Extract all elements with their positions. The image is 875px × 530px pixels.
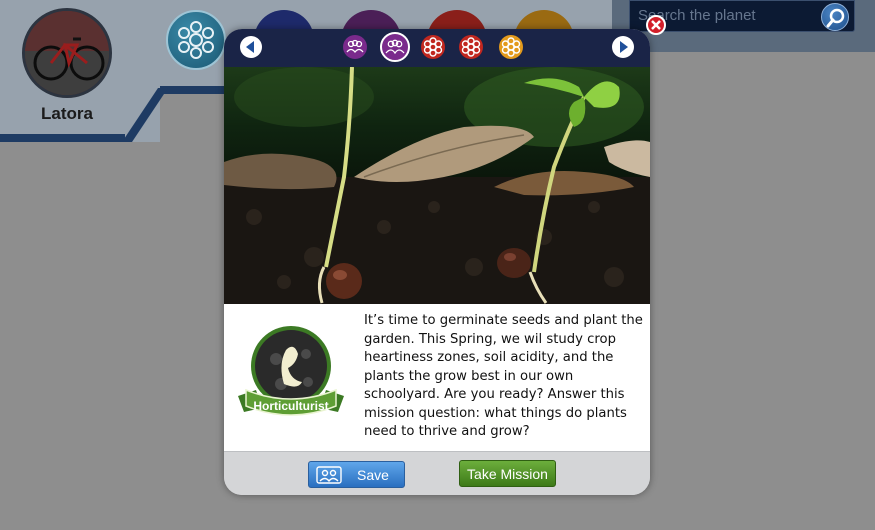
modal-footer: Save Take Mission [224,451,650,495]
mission-description: It’s time to germinate seeds and plant t… [364,313,643,439]
prev-button[interactable] [240,36,262,58]
flower-icon [423,37,443,57]
bicycle-icon [25,11,109,95]
nav-icon-group-active[interactable] [380,32,410,62]
avatar[interactable] [22,8,112,98]
category-icon-eye[interactable] [166,10,226,70]
arrow-right-icon [620,41,628,53]
profile-divider [0,134,125,142]
search-button[interactable] [821,3,849,31]
modal-nav-bar [224,29,650,67]
badge-label: Horticulturist [253,399,328,413]
horticulturist-badge: Horticulturist [238,326,344,416]
nav-icon-flower-3[interactable] [499,35,523,59]
next-button[interactable] [612,36,634,58]
mission-content: Horticulturist It’s time to germinate se… [224,304,650,451]
mission-photo [224,67,650,304]
save-button[interactable]: Save [308,461,405,488]
eye-flower-icon [178,21,214,59]
take-mission-label: Take Mission [467,466,548,482]
close-icon [651,20,661,30]
seedlings-image [224,67,650,304]
nav-icon-flower-2[interactable] [459,35,483,59]
search-icon [826,8,845,28]
save-group-icon [316,466,342,484]
group-icon [385,39,405,55]
flower-icon [501,37,521,57]
group-icon [346,39,364,54]
nav-icon-group[interactable] [343,35,367,59]
arrow-left-icon [246,41,254,53]
flower-icon [461,37,481,57]
nav-icon-flower-1[interactable] [421,35,445,59]
username[interactable]: Latora [0,104,134,124]
save-label: Save [357,467,389,483]
mission-modal: Horticulturist It’s time to germinate se… [224,29,650,495]
close-button[interactable] [646,15,666,35]
take-mission-button[interactable]: Take Mission [459,460,556,487]
